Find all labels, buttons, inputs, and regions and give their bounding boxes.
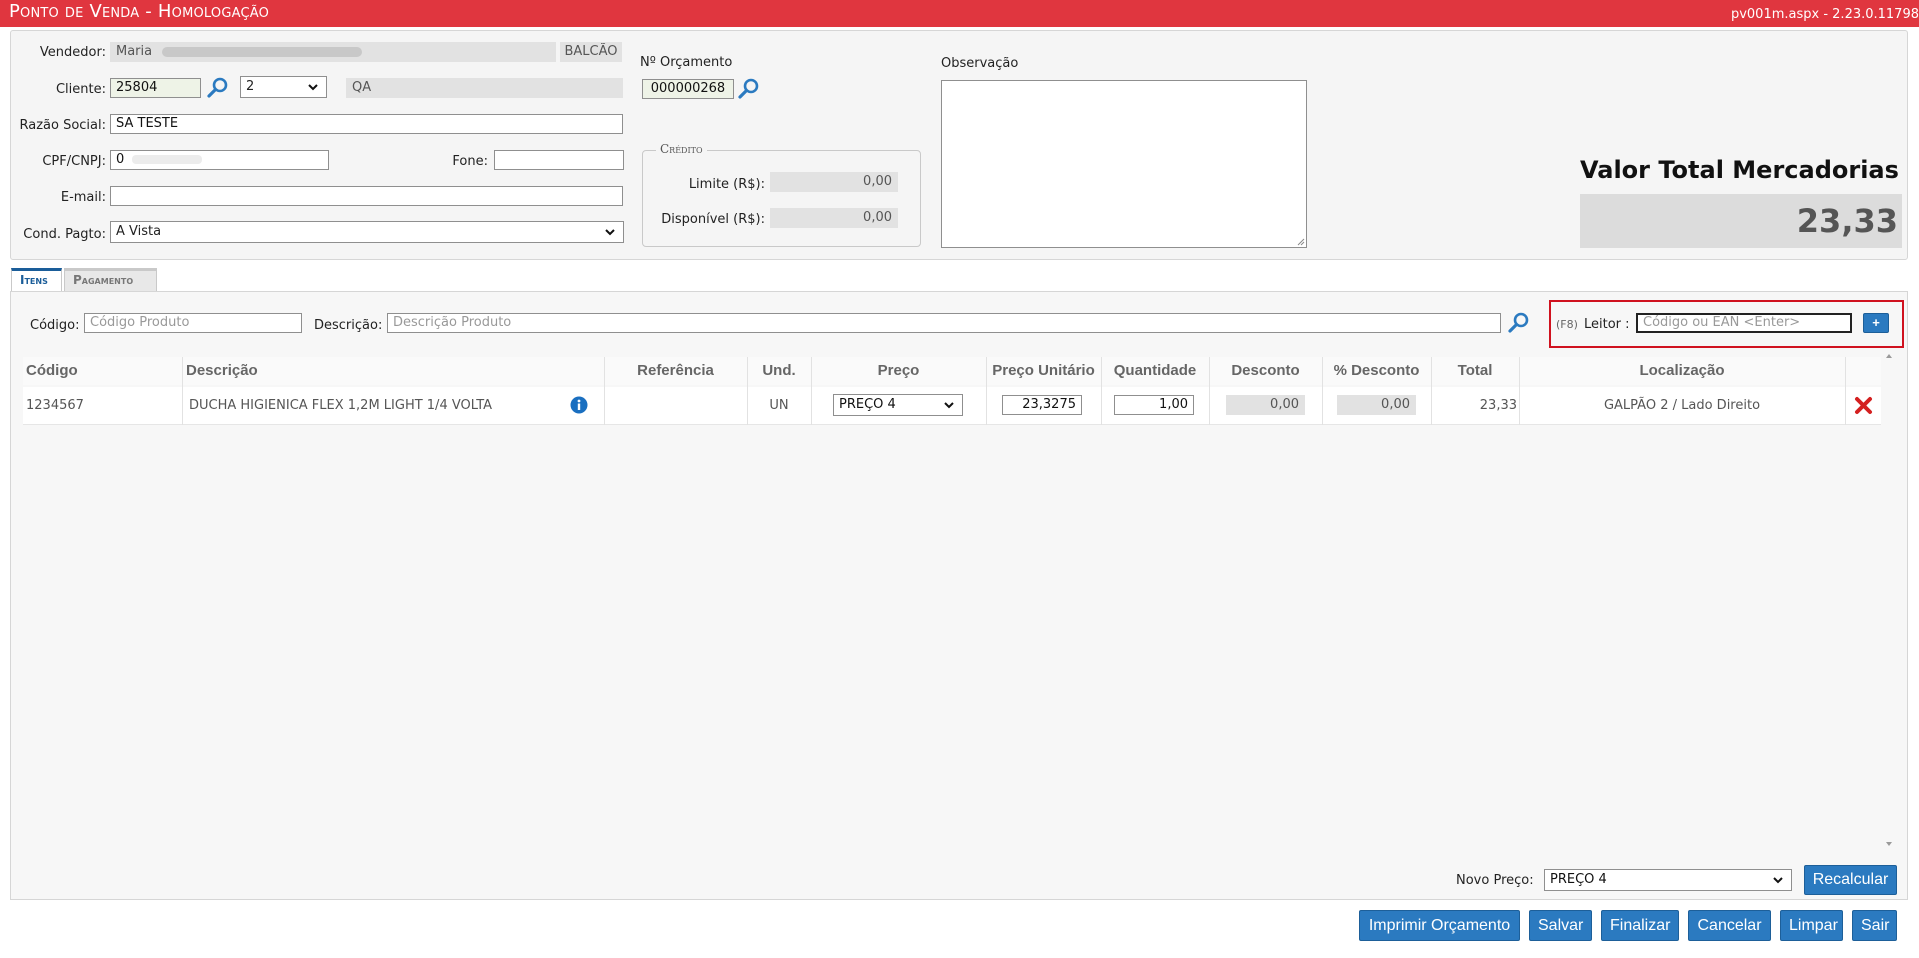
descricao-label: Descrição:	[314, 318, 383, 333]
recalcular-button[interactable]: Recalcular	[1804, 865, 1897, 895]
salvar-button[interactable]: Salvar	[1529, 910, 1592, 941]
disponivel-label: Disponível (R$):	[661, 212, 765, 227]
column-divider	[182, 357, 183, 425]
column-header-pct-desconto[interactable]: % Desconto	[1322, 357, 1431, 385]
desconto-field: 0,00	[1226, 395, 1305, 415]
cancelar-button[interactable]: Cancelar	[1688, 910, 1771, 941]
razao-label: Razão Social:	[19, 118, 106, 133]
tab-itens[interactable]: Itens	[11, 268, 62, 292]
app-version: pv001m.aspx - 2.23.0.11798	[1730, 7, 1919, 22]
descricao-input[interactable]: Descrição Produto	[387, 313, 1501, 333]
email-label: E-mail:	[60, 190, 106, 205]
column-header-referencia[interactable]: Referência	[604, 357, 747, 385]
cliente-select[interactable]: 2	[240, 76, 327, 98]
redacted-mask	[132, 155, 203, 164]
cliente-label: Cliente:	[55, 82, 106, 97]
pct-desconto-field: 0,00	[1337, 395, 1416, 415]
cpf-label: CPF/CNPJ:	[42, 154, 106, 169]
chevron-down-icon	[605, 229, 615, 236]
observacao-textarea[interactable]	[941, 80, 1307, 248]
column-header-preco-unitario[interactable]: Preço Unitário	[986, 357, 1101, 385]
novo-preco-select[interactable]: PREÇO 4	[1544, 869, 1792, 891]
cliente-name-field: QA	[346, 78, 623, 98]
cliente-code-field[interactable]: 25804	[110, 78, 201, 98]
limpar-button[interactable]: Limpar	[1780, 910, 1843, 941]
vendedor-type: BALCÃO	[560, 42, 622, 62]
table-scrollbar[interactable]	[1884, 352, 1894, 848]
column-header-und[interactable]: Und.	[747, 357, 811, 385]
title-bar: Ponto de Venda - Homologação pv001m.aspx…	[0, 0, 1919, 27]
novo-preco-value: PREÇO 4	[1550, 872, 1607, 887]
column-header-descricao[interactable]: Descrição	[186, 357, 258, 385]
quantidade-input[interactable]: 1,00	[1114, 395, 1194, 415]
chevron-down-icon	[308, 84, 318, 91]
leitor-hint: (F8)	[1556, 318, 1578, 331]
cpf-value: 0	[116, 152, 125, 167]
column-header-desconto[interactable]: Desconto	[1209, 357, 1322, 385]
finalizar-button[interactable]: Finalizar	[1601, 910, 1679, 941]
column-header-preco[interactable]: Preço	[811, 357, 986, 385]
redacted-mask	[162, 46, 363, 57]
cond-pagto-value: A Vista	[116, 224, 162, 239]
email-field[interactable]	[110, 186, 623, 206]
cell-total: 23,33	[1479, 398, 1517, 413]
delete-icon[interactable]	[1854, 396, 1873, 415]
scroll-down-icon[interactable]	[1885, 840, 1893, 848]
product-search-icon[interactable]	[1507, 311, 1531, 335]
vendedor-value: Maria	[116, 44, 153, 59]
sair-button[interactable]: Sair	[1852, 910, 1897, 941]
credito-title: Crédito	[656, 142, 707, 156]
app-title: Ponto de Venda - Homologação	[9, 1, 270, 22]
total-label: Valor Total Mercadorias	[1580, 156, 1899, 184]
cpf-field[interactable]: 0	[110, 150, 329, 170]
cell-und: UN	[769, 398, 789, 413]
fone-label: Fone:	[452, 154, 488, 169]
imprimir-orcamento-button[interactable]: Imprimir Orçamento	[1359, 910, 1520, 941]
razao-field[interactable]: SA TESTE	[110, 114, 623, 134]
leitor-input[interactable]: Código ou EAN <Enter>	[1636, 313, 1852, 333]
vendedor-label: Vendedor:	[39, 45, 106, 60]
tab-pagamento[interactable]: Pagamento	[64, 268, 157, 292]
codigo-input[interactable]: Código Produto	[84, 313, 302, 333]
orcamento-search-icon[interactable]	[737, 77, 761, 101]
resize-handle-icon[interactable]	[1297, 238, 1305, 246]
column-header-quantidade[interactable]: Quantidade	[1101, 357, 1209, 385]
disponivel-field: 0,00	[770, 208, 898, 228]
info-icon[interactable]	[570, 396, 588, 414]
vendedor-field: Maria	[110, 42, 556, 62]
preco-select[interactable]: PREÇO 4	[833, 394, 963, 416]
column-header-total[interactable]: Total	[1431, 357, 1519, 385]
chevron-down-icon	[1773, 877, 1783, 884]
column-header-codigo[interactable]: Código	[26, 357, 78, 385]
codigo-label: Código:	[30, 318, 80, 333]
column-divider	[1845, 357, 1846, 425]
cond-pagto-select[interactable]: A Vista	[110, 221, 624, 243]
cell-descricao: DUCHA HIGIENICA FLEX 1,2M LIGHT 1/4 VOLT…	[189, 398, 493, 413]
fone-field[interactable]	[494, 150, 624, 170]
cell-referencia	[604, 387, 747, 425]
leitor-label: Leitor :	[1584, 317, 1630, 332]
limite-label: Limite (R$):	[688, 177, 765, 192]
chevron-down-icon	[944, 402, 954, 409]
preco-unitario-input[interactable]: 23,3275	[1002, 395, 1082, 415]
column-header-localizacao[interactable]: Localização	[1519, 357, 1845, 385]
novo-preco-label: Novo Preço:	[1456, 873, 1534, 888]
observacao-label: Observação	[941, 56, 1019, 71]
limite-field: 0,00	[770, 172, 898, 192]
orcamento-field[interactable]: 000000268	[642, 79, 734, 99]
cliente-select-value: 2	[246, 79, 255, 94]
add-item-button[interactable]: +	[1863, 313, 1889, 333]
credito-fieldset	[642, 150, 921, 247]
preco-select-value: PREÇO 4	[839, 397, 896, 412]
cell-codigo: 1234567	[26, 398, 84, 413]
cell-localizacao: GALPÃO 2 / Lado Direito	[1603, 398, 1761, 413]
cliente-search-icon[interactable]	[206, 76, 230, 100]
cond-label: Cond. Pagto:	[23, 227, 106, 242]
scroll-up-icon[interactable]	[1885, 352, 1893, 360]
orcamento-label: Nº Orçamento	[640, 55, 733, 70]
total-value: 23,33	[1580, 194, 1902, 248]
